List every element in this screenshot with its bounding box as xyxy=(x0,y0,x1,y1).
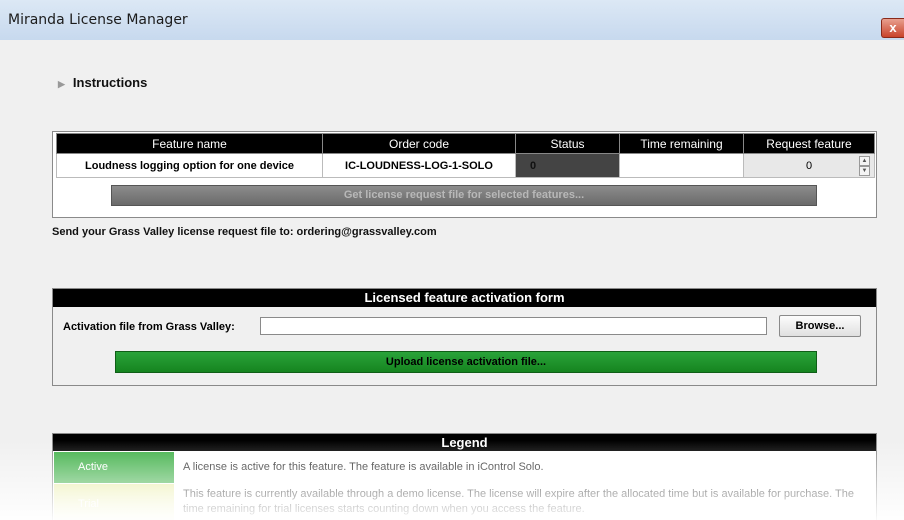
legend-swatch-active: Active xyxy=(54,452,174,483)
activation-form-header: Licensed feature activation form xyxy=(53,289,876,307)
legend-header: Legend xyxy=(53,434,876,451)
close-icon: x xyxy=(889,20,897,35)
legend-row-active: Active A license is active for this feat… xyxy=(53,452,876,483)
legend-panel: Legend Active A license is active for th… xyxy=(52,433,877,520)
license-manager-window: Miranda License Manager x ▶ Instructions … xyxy=(0,0,904,520)
spinner-down-icon[interactable]: ▼ xyxy=(859,166,870,176)
order-code-cell: IC-LOUDNESS-LOG-1-SOLO xyxy=(322,153,516,178)
spinner-up-icon[interactable]: ▲ xyxy=(859,156,870,166)
title-bar: Miranda License Manager x xyxy=(0,0,904,41)
instructions-toggle[interactable]: ▶ Instructions xyxy=(58,75,147,90)
instructions-label: Instructions xyxy=(72,75,148,90)
column-header-time-remaining: Time remaining xyxy=(619,133,744,154)
window-title: Miranda License Manager xyxy=(8,12,188,28)
activation-form-panel: Licensed feature activation form Activat… xyxy=(52,288,877,386)
activation-file-label: Activation file from Grass Valley: xyxy=(63,321,235,333)
legend-description-active: A license is active for this feature. Th… xyxy=(183,461,544,473)
client-area: ▶ Instructions Feature name Order code St… xyxy=(0,40,904,520)
table-row[interactable]: Loudness logging option for one device I… xyxy=(56,153,875,178)
column-header-order-code: Order code xyxy=(322,133,516,154)
time-remaining-cell xyxy=(619,153,744,178)
activation-file-input[interactable] xyxy=(260,317,767,335)
status-cell: 0 xyxy=(515,153,620,178)
column-header-feature-name: Feature name xyxy=(56,133,323,154)
legend-description-trial: This feature is currently available thro… xyxy=(183,488,854,515)
feature-table: Feature name Order code Status Time rema… xyxy=(56,133,875,178)
legend-row-trial: Trial This feature is currently availabl… xyxy=(53,484,876,520)
send-instruction-text: Send your Grass Valley license request f… xyxy=(52,226,437,238)
column-header-status: Status xyxy=(515,133,620,154)
request-feature-cell[interactable]: 0 ▲ ▼ xyxy=(743,153,875,178)
feature-name-cell: Loudness logging option for one device xyxy=(56,153,323,178)
feature-request-panel: Feature name Order code Status Time rema… xyxy=(52,131,877,218)
get-license-request-button[interactable]: Get license request file for selected fe… xyxy=(111,185,817,206)
column-header-request-feature: Request feature xyxy=(743,133,875,154)
request-feature-value: 0 xyxy=(805,159,813,172)
feature-table-header: Feature name Order code Status Time rema… xyxy=(56,133,875,154)
request-feature-spinner[interactable]: ▲ ▼ xyxy=(859,156,870,176)
browse-button[interactable]: Browse... xyxy=(779,315,861,337)
expand-triangle-icon: ▶ xyxy=(58,79,65,89)
close-button[interactable]: x xyxy=(881,18,904,38)
upload-activation-button[interactable]: Upload license activation file... xyxy=(115,351,817,373)
legend-swatch-trial: Trial xyxy=(54,484,174,520)
